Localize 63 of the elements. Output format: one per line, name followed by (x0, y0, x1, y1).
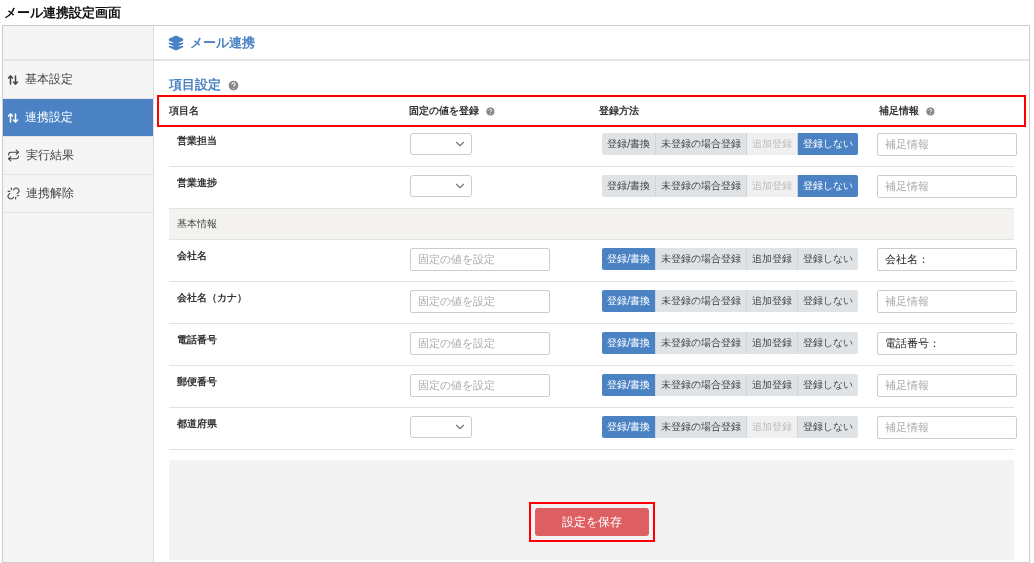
column-header: 補足情報 (879, 104, 919, 118)
info-field[interactable]: 補足情報 (877, 374, 1017, 397)
method-option[interactable]: 登録/書換 (602, 248, 657, 270)
method-option[interactable]: 登録/書換 (602, 133, 657, 155)
help-icon[interactable] (925, 105, 936, 117)
column-header: 固定の値を登録 (409, 104, 479, 118)
field-name: 都道府県 (176, 417, 218, 431)
method-option[interactable]: 未登録の場合登録 (656, 133, 748, 155)
method-option[interactable]: 登録しない (798, 175, 859, 197)
field-name: 会社名 (176, 249, 208, 263)
method-option[interactable]: 登録しない (798, 290, 859, 312)
repeat-icon (7, 149, 20, 162)
column-header: 登録方法 (599, 104, 639, 118)
sidebar-item[interactable]: 実行結果 (3, 137, 153, 175)
panel-title: メール連携 (190, 33, 255, 52)
method-option[interactable]: 登録/書換 (602, 290, 657, 312)
method-option[interactable]: 登録/書換 (602, 175, 657, 197)
sort-icon (7, 73, 19, 86)
method-option[interactable]: 未登録の場合登録 (656, 374, 748, 396)
fixed-value-field[interactable]: 固定の値を設定 (410, 374, 550, 397)
save-button[interactable]: 設定を保存 (534, 508, 649, 536)
method-option[interactable]: 登録しない (798, 416, 859, 438)
method-option[interactable]: 登録/書換 (602, 416, 657, 438)
layers-icon (168, 34, 184, 51)
info-field[interactable]: 補足情報 (877, 290, 1017, 313)
info-field[interactable]: 補足情報 (877, 416, 1017, 439)
field-name: 営業進捗 (176, 176, 218, 190)
method-option[interactable]: 未登録の場合登録 (656, 290, 748, 312)
method-option[interactable]: 未登録の場合登録 (656, 332, 748, 354)
fixed-value-field[interactable]: 固定の値を設定 (410, 290, 550, 313)
help-icon[interactable] (485, 105, 496, 117)
method-option[interactable]: 未登録の場合登録 (656, 416, 748, 438)
method-option[interactable]: 追加登録 (747, 248, 799, 270)
info-field[interactable]: 補足情報 (877, 133, 1017, 156)
method-option[interactable]: 追加登録 (747, 332, 799, 354)
help-icon[interactable] (227, 78, 240, 92)
unlink-icon (7, 187, 20, 200)
method-option[interactable]: 登録しない (798, 332, 859, 354)
field-name: 営業担当 (176, 134, 218, 148)
fixed-value-field[interactable]: 固定の値を設定 (410, 332, 550, 355)
method-option[interactable]: 登録しない (798, 248, 859, 270)
info-field[interactable]: 補足情報 (877, 175, 1017, 198)
section-title: 項目設定 (169, 76, 221, 94)
column-header: 項目名 (169, 104, 199, 118)
field-name: 会社名（カナ） (176, 291, 248, 305)
method-option[interactable]: 登録しない (798, 133, 859, 155)
method-option[interactable]: 登録しない (798, 374, 859, 396)
sidebar-item[interactable]: 連携解除 (3, 175, 153, 213)
field-name: 郵便番号 (176, 375, 218, 389)
method-option[interactable]: 未登録の場合登録 (656, 175, 748, 197)
sort-icon (7, 111, 19, 124)
method-option[interactable]: 登録/書換 (602, 332, 657, 354)
info-field[interactable]: 電話番号： (877, 332, 1017, 355)
field-name: 電話番号 (176, 333, 218, 347)
sidebar-item[interactable]: 連携設定 (3, 99, 153, 137)
method-option[interactable]: 登録/書換 (602, 374, 657, 396)
fixed-value-field[interactable]: 固定の値を設定 (410, 248, 550, 271)
method-option[interactable]: 未登録の場合登録 (656, 248, 748, 270)
method-option[interactable]: 追加登録 (747, 290, 799, 312)
section-label: 基本情報 (176, 217, 217, 231)
page-title: メール連携設定画面 (3, 4, 122, 22)
info-field[interactable]: 会社名： (877, 248, 1017, 271)
method-option[interactable]: 追加登録 (747, 374, 799, 396)
